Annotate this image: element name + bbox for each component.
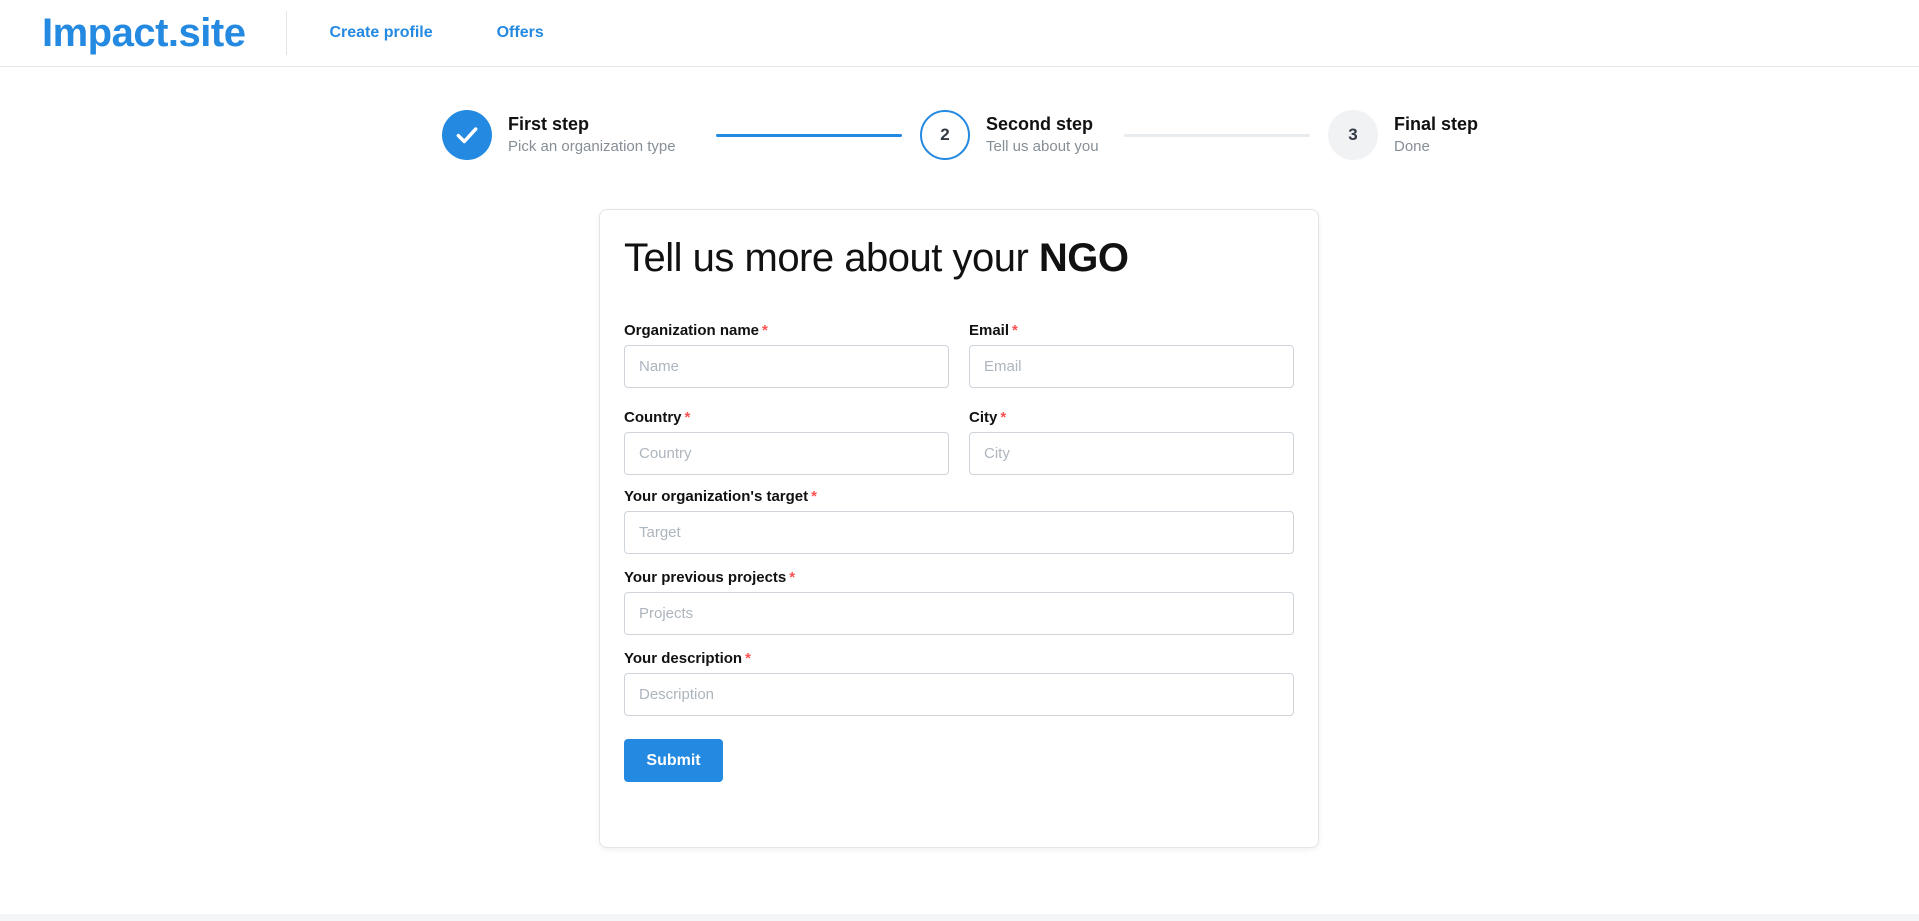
email-input[interactable] — [969, 345, 1294, 388]
step-subtitle: Tell us about you — [986, 138, 1099, 155]
step-subtitle: Done — [1394, 138, 1430, 155]
step-text: Second step Tell us about you — [986, 113, 1099, 157]
step-number-badge: 3 — [1328, 110, 1378, 160]
step-complete-indicator — [442, 110, 492, 160]
field-previous-projects: Your previous projects * — [624, 569, 1294, 635]
form-row: Country* City* — [624, 409, 1294, 499]
field-label: Your organization's target * — [624, 488, 1294, 505]
field-country: Country * — [624, 409, 949, 475]
page-footer-strip — [0, 914, 1919, 921]
step-first[interactable]: First step Pick an organization type — [442, 110, 676, 160]
step-connector-complete — [716, 134, 902, 137]
step-number-badge: 2 — [920, 110, 970, 160]
required-asterisk: * — [684, 409, 691, 426]
field-label: Organization name * — [624, 322, 949, 339]
heading-org-type: NGO — [1038, 236, 1129, 280]
required-asterisk: * — [811, 488, 817, 505]
label-text: Your previous projects — [624, 569, 787, 586]
form-heading: Tell us more about your NGO — [624, 234, 1294, 282]
organization-target-input[interactable] — [624, 511, 1294, 554]
step-second[interactable]: 2 Second step Tell us about you — [920, 110, 1099, 160]
nav-link-offers[interactable]: Offers — [497, 24, 544, 42]
form-row: Organization name* Email* — [624, 322, 1294, 412]
required-asterisk: * — [762, 322, 768, 339]
description-input[interactable] — [624, 673, 1294, 716]
check-icon — [456, 127, 478, 144]
required-asterisk: * — [745, 650, 751, 667]
organization-name-input[interactable] — [624, 345, 949, 388]
nav-link-create-profile[interactable]: Create profile — [329, 24, 432, 42]
previous-projects-input[interactable] — [624, 592, 1294, 635]
step-connector-pending — [1124, 134, 1310, 137]
required-asterisk: * — [789, 569, 796, 586]
label-text: Organization name — [624, 322, 760, 339]
step-text: Final step Done — [1394, 113, 1478, 157]
label-text: City — [969, 409, 998, 426]
field-city: City * — [969, 409, 1294, 475]
city-input[interactable] — [969, 432, 1294, 475]
field-organization-target: Your organization's target * — [624, 488, 1294, 554]
field-organization-name: Organization name * — [624, 322, 949, 388]
heading-text: Tell us more about your — [624, 236, 1039, 280]
field-description: Your description * — [624, 650, 1294, 716]
site-logo[interactable]: Impact.site — [42, 13, 246, 53]
field-label: Your description * — [624, 650, 1294, 667]
step-final[interactable]: 3 Final step Done — [1328, 110, 1478, 160]
field-label: Your previous projects * — [624, 569, 1294, 586]
label-text: Your organization's target — [624, 488, 809, 505]
field-email: Email * — [969, 322, 1294, 388]
field-label: Country * — [624, 409, 949, 426]
step-title: First step — [508, 114, 590, 134]
submit-button[interactable]: Submit — [624, 739, 723, 782]
required-asterisk: * — [1012, 322, 1018, 339]
ngo-details-card: Tell us more about your NGO Organization… — [599, 209, 1319, 848]
country-input[interactable] — [624, 432, 949, 475]
step-text: First step Pick an organization type — [508, 113, 676, 157]
top-navigation-bar: Impact.site Create profile Offers — [0, 0, 1919, 67]
step-title: Final step — [1394, 114, 1479, 134]
step-title: Second step — [986, 114, 1094, 134]
ngo-details-form: Organization name* Email* Country* City*… — [624, 322, 1294, 782]
step-subtitle: Pick an organization type — [508, 138, 676, 155]
label-text: Your description — [624, 650, 743, 667]
label-text: Email — [969, 322, 1010, 339]
field-label: Email * — [969, 322, 1294, 339]
progress-stepper: First step Pick an organization type 2 S… — [442, 110, 1502, 164]
required-asterisk: * — [1000, 409, 1007, 426]
nav-divider — [286, 11, 288, 55]
field-label: City * — [969, 409, 1294, 426]
label-text: Country — [624, 409, 682, 426]
